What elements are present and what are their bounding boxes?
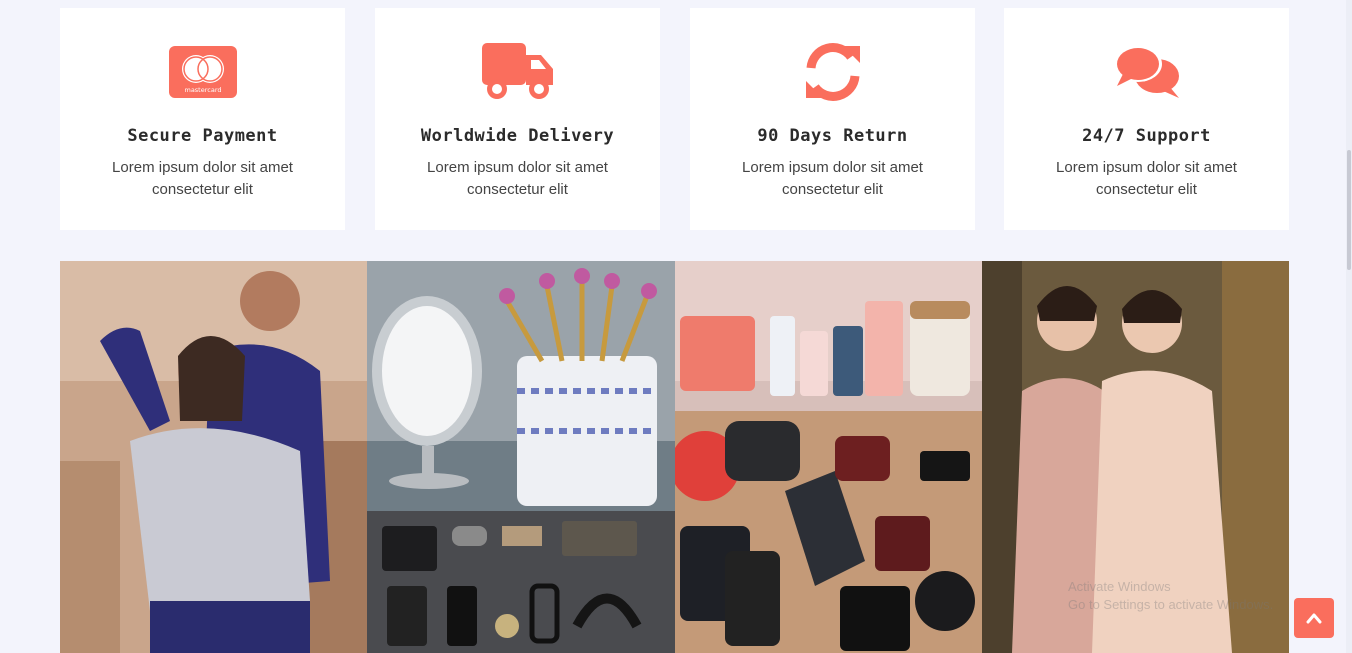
couple-sweater-photo[interactable] (60, 261, 367, 653)
refresh-icon (690, 36, 975, 108)
chat-icon (1004, 36, 1289, 108)
feature-text: Lorem ipsum dolor sit amet consectetur e… (1056, 159, 1237, 198)
feature-card-secure-payment: mastercard Secure Payment Lorem ipsum do… (60, 8, 345, 230)
skincare-products-photo[interactable] (675, 261, 982, 411)
feature-title: 90 Days Return (757, 126, 908, 146)
activate-windows-watermark: Activate Windows Go to Settings to activ… (1068, 578, 1288, 614)
chevron-up-icon (1306, 613, 1322, 624)
feature-text: Lorem ipsum dolor sit amet consectetur e… (742, 159, 923, 198)
feature-title: 24/7 Support (1082, 126, 1211, 146)
watermark-line-1: Activate Windows (1068, 579, 1171, 594)
feature-text: Lorem ipsum dolor sit amet consectetur e… (112, 159, 293, 198)
mastercard-icon: mastercard (60, 36, 345, 108)
watermark-line-2: Go to Settings to activate Windows. (1068, 597, 1274, 612)
page-scrollbar[interactable] (1346, 0, 1352, 653)
truck-icon (375, 36, 660, 108)
mastercard-logo-text: mastercard (184, 86, 221, 94)
feature-text: Lorem ipsum dolor sit amet consectetur e… (427, 159, 608, 198)
feature-card-worldwide-delivery: Worldwide Delivery Lorem ipsum dolor sit… (375, 8, 660, 230)
gadgets-photo[interactable] (675, 411, 982, 653)
feature-card-90-days-return: 90 Days Return Lorem ipsum dolor sit ame… (690, 8, 975, 230)
mens-accessories-photo[interactable] (367, 511, 675, 653)
feature-title: Secure Payment (127, 126, 278, 146)
makeup-brushes-photo[interactable] (367, 261, 675, 511)
features-row: mastercard Secure Payment Lorem ipsum do… (60, 8, 1289, 230)
scroll-thumb[interactable] (1347, 150, 1351, 270)
feature-card-24-7-support: 24/7 Support Lorem ipsum dolor sit amet … (1004, 8, 1289, 230)
back-to-top-button[interactable] (1294, 598, 1334, 638)
feature-title: Worldwide Delivery (420, 126, 615, 146)
